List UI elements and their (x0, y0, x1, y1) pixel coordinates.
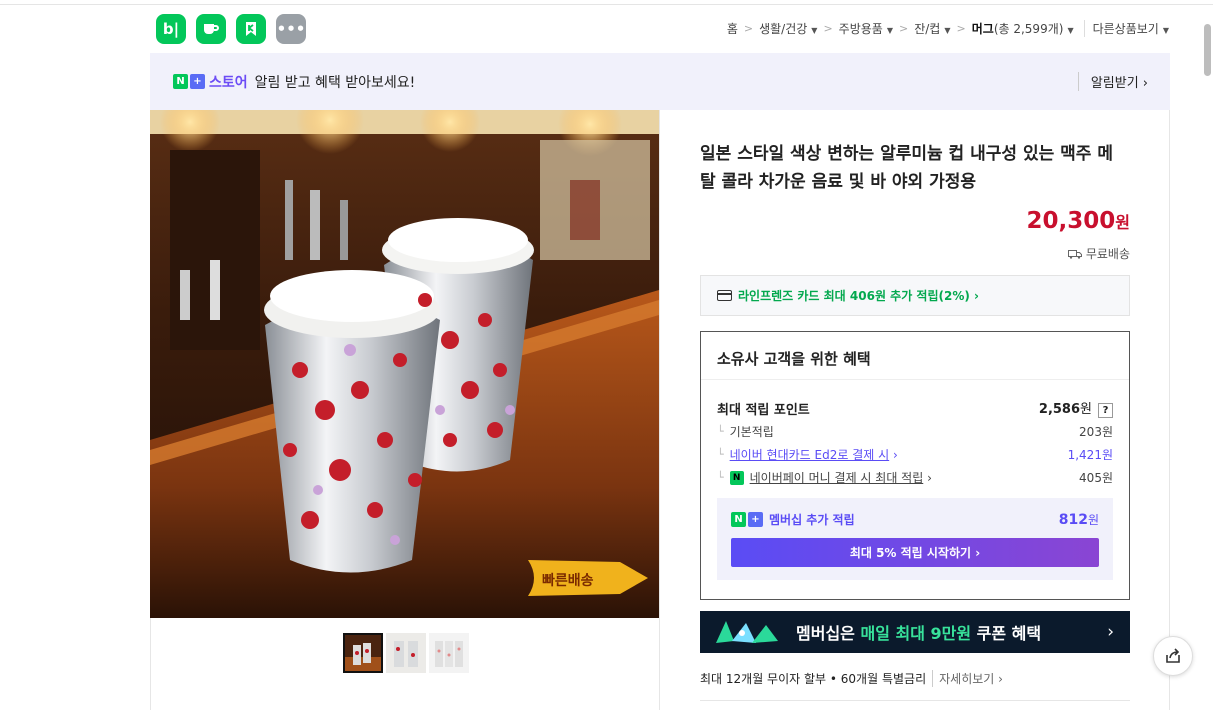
chevron-down-icon: ▼ (1067, 26, 1074, 35)
bookmark-icon[interactable] (236, 14, 266, 44)
top-divider (0, 4, 1213, 5)
thumbnail-1[interactable] (343, 633, 383, 673)
max-points-row: 최대 적립 포인트 2,586원? (717, 398, 1113, 418)
chevron-right-icon: › (893, 447, 898, 462)
breadcrumb-home[interactable]: 홈 (727, 20, 738, 37)
chevron-right-icon: › (1142, 76, 1148, 91)
store-label: 스토어 (209, 74, 248, 91)
naver-plus-logo: N + (173, 74, 205, 89)
points-row-basic: └ 기본적립 203원 (717, 425, 1113, 439)
chevron-down-icon: ▼ (811, 26, 818, 35)
help-icon[interactable]: ? (1098, 403, 1113, 418)
breadcrumb-category-1[interactable]: 생활/건강 ▼ (759, 20, 817, 37)
chevron-right-icon: › (975, 545, 981, 560)
cafe-icon[interactable] (196, 14, 226, 44)
naver-plus-logo: N + (731, 512, 763, 527)
scrollbar-thumb[interactable] (1204, 24, 1211, 76)
membership-art-icon (716, 621, 778, 643)
fast-delivery-badge-text: 빠른배송 (542, 573, 594, 589)
share-button[interactable] (1153, 636, 1193, 676)
breadcrumb-category-4[interactable]: 머그(총 2,599개) ▼ (972, 20, 1074, 37)
product-price: 20,300원 (1026, 208, 1131, 234)
breadcrumb: 홈 > 생활/건강 ▼ > 주방용품 ▼ > 잔/컵 ▼ > 머그(총 2,599개)… (727, 20, 1169, 37)
chevron-down-icon: ▼ (886, 26, 893, 35)
card-promo-banner[interactable]: 라인프렌즈 카드 최대 406원 추가 적립(2%) › (700, 275, 1130, 316)
points-row-npay[interactable]: └ N 네이버페이 머니 결제 시 최대 적립 › 405원 (717, 469, 1113, 486)
other-products-button[interactable]: 다른상품보기 ▼ (1083, 20, 1169, 37)
benefit-heading: 소유사 고객을 위한 혜택 (701, 332, 1129, 380)
store-alarm-banner: N + 스토어 알림 받고 혜택 받아보세요! 알림받기 › (150, 53, 1170, 110)
thumbnail-2[interactable] (386, 633, 426, 673)
breadcrumb-separator: > (743, 22, 754, 35)
membership-coupon-banner[interactable]: 멤버십은 매일 최대 9만원 쿠폰 혜택 › (700, 611, 1130, 653)
chevron-down-icon: ▼ (944, 26, 951, 35)
breadcrumb-separator: > (956, 22, 966, 35)
breadcrumb-separator: > (899, 22, 909, 35)
breadcrumb-category-2[interactable]: 주방용품 ▼ (839, 20, 893, 37)
chevron-right-icon: › (974, 288, 979, 303)
naverpay-icon: N (729, 470, 744, 485)
blog-icon[interactable]: b| (156, 14, 186, 44)
membership-points: 812원 (1058, 512, 1099, 528)
thumbnail-3[interactable] (429, 633, 469, 673)
installment-info: 최대 12개월 무이자 할부 • 60개월 특별금리 자세히보기 › (700, 670, 1003, 687)
shipping-info: 무료배송 (1067, 245, 1130, 262)
membership-start-button[interactable]: 최대 5% 적립 시작하기 › (731, 538, 1099, 567)
credit-card-icon (717, 290, 732, 301)
product-main-image[interactable]: 빠른배송 (150, 110, 659, 618)
breadcrumb-separator: > (823, 22, 833, 35)
product-title: 일본 스타일 색상 변하는 알루미늄 컵 내구성 있는 맥주 메탈 콜라 차가운… (700, 144, 1113, 192)
breadcrumb-category-3[interactable]: 잔/컵 ▼ (914, 20, 950, 37)
alarm-button[interactable]: 알림받기 › (1077, 72, 1148, 91)
share-icon (1166, 648, 1180, 663)
service-apps: b| ••• (156, 14, 306, 44)
chevron-right-icon: › (1107, 622, 1114, 642)
column-divider (659, 110, 660, 710)
membership-box: N + 멤버십 추가 적립 812원 최대 5% 적립 시작하기 › (717, 498, 1113, 580)
truck-icon (1067, 250, 1082, 259)
chevron-down-icon: ▼ (1162, 26, 1169, 35)
benefit-box: 소유사 고객을 위한 혜택 최대 적립 포인트 2,586원? └ 기본적립 20… (700, 331, 1130, 600)
installment-more-link[interactable]: 자세히보기 › (932, 670, 1003, 687)
points-row-card[interactable]: └ 네이버 현대카드 Ed2로 결제 시 › 1,421원 (717, 446, 1113, 463)
alarm-message: 알림 받고 혜택 받아보세요! (254, 74, 416, 91)
chevron-right-icon: › (927, 470, 932, 485)
more-icon[interactable]: ••• (276, 14, 306, 44)
thumbnail-strip (343, 633, 469, 673)
